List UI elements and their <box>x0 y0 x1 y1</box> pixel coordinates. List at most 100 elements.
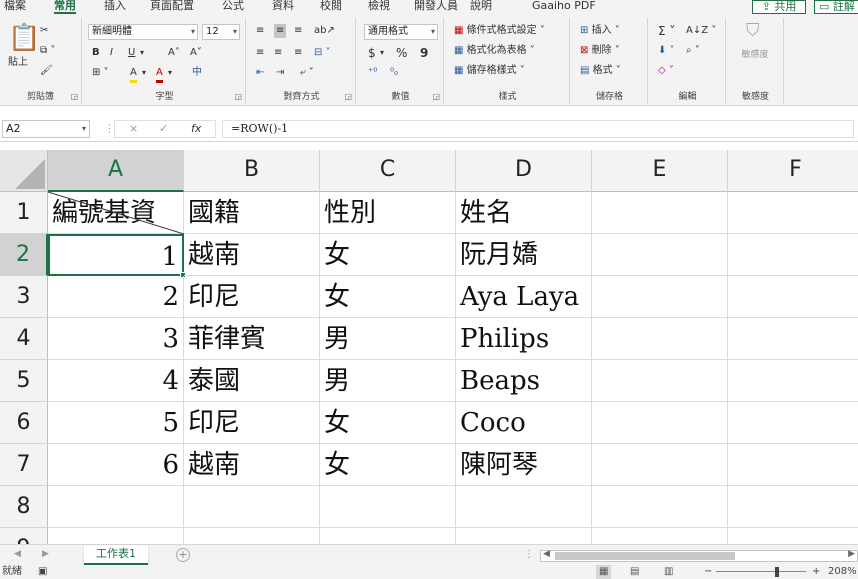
cell-d8[interactable] <box>456 486 592 528</box>
tab-gaaiho-pdf[interactable]: Gaaiho PDF <box>532 0 596 12</box>
cell-a3[interactable]: 2 <box>48 276 184 318</box>
cell-e3[interactable] <box>592 276 728 318</box>
sort-filter-icon[interactable]: A↓Z ˅ <box>686 24 716 38</box>
zoom-slider[interactable] <box>716 571 806 572</box>
delete-cells-button[interactable]: ⊠ 刪除 ˅ <box>580 44 620 58</box>
tab-file[interactable]: 檔案 <box>4 0 26 12</box>
next-sheet-icon[interactable]: ▶ <box>42 549 49 559</box>
row-header-2[interactable]: 2 <box>0 234 48 276</box>
formula-input[interactable]: =ROW()-1 <box>222 120 854 138</box>
row-header-6[interactable]: 6 <box>0 402 48 444</box>
fill-icon[interactable]: ⬇ ˅ <box>658 44 675 58</box>
number-launcher-icon[interactable]: ◲ <box>432 92 440 101</box>
fill-color-button[interactable]: A <box>130 66 137 83</box>
cell-b2[interactable]: 越南 <box>184 234 320 276</box>
bold-button[interactable]: B <box>92 46 100 60</box>
scroll-right-icon[interactable]: ▶ <box>848 549 855 559</box>
row-header-3[interactable]: 3 <box>0 276 48 318</box>
paste-icon[interactable]: 📋 <box>8 24 40 52</box>
add-sheet-button[interactable]: + <box>176 548 190 562</box>
cell-d5[interactable]: Beaps <box>456 360 592 402</box>
cell-f1[interactable] <box>728 192 858 234</box>
align-top-icon[interactable]: ≡ <box>256 24 264 38</box>
autosum-icon[interactable]: Σ ˅ <box>658 24 675 38</box>
macro-record-icon[interactable]: ▣ <box>38 565 47 579</box>
font-launcher-icon[interactable]: ◲ <box>234 92 242 101</box>
cell-f3[interactable] <box>728 276 858 318</box>
cell-styles-button[interactable]: ▦ 儲存格樣式 ˅ <box>454 64 525 78</box>
font-name-select[interactable]: 新細明體 ▾ <box>88 24 198 40</box>
sensitivity-button[interactable]: 敏感度 <box>740 50 770 61</box>
cell-e8[interactable] <box>592 486 728 528</box>
cell-c3[interactable]: 女 <box>320 276 456 318</box>
cell-d7[interactable]: 陳阿琴 <box>456 444 592 486</box>
increase-decimal-icon[interactable]: ⁺⁰ <box>368 66 377 80</box>
find-select-icon[interactable]: ⌕ ˅ <box>686 44 700 58</box>
prev-sheet-icon[interactable]: ◀ <box>14 549 21 559</box>
tab-split-handle-icon[interactable]: ⋮ <box>524 549 534 560</box>
row-header-9[interactable]: 9 <box>0 528 48 544</box>
phonetic-guide-button[interactable]: 中 <box>192 66 202 80</box>
font-size-select[interactable]: 12 ▾ <box>202 24 240 40</box>
cell-d1[interactable]: 姓名 <box>456 192 592 234</box>
decrease-decimal-icon[interactable]: ⁰₀ <box>390 66 398 80</box>
percent-button[interactable]: % <box>396 46 407 60</box>
cell-a5[interactable]: 4 <box>48 360 184 402</box>
chevron-down-icon[interactable]: ▾ <box>380 46 384 60</box>
cell-b8[interactable] <box>184 486 320 528</box>
format-painter-icon[interactable]: 🖌 <box>40 64 53 78</box>
grow-font-button[interactable]: A˄ <box>168 46 180 60</box>
wrap-text-icon[interactable]: ⤶ ˅ <box>300 66 314 80</box>
cell-f7[interactable] <box>728 444 858 486</box>
cancel-icon[interactable]: × <box>129 121 138 137</box>
column-header-d[interactable]: D <box>456 150 592 192</box>
tab-data[interactable]: 資料 <box>272 0 294 12</box>
align-left-icon[interactable]: ≡ <box>256 46 264 60</box>
cell-f2[interactable] <box>728 234 858 276</box>
select-all-button[interactable] <box>0 150 48 192</box>
cell-b4[interactable]: 菲律賓 <box>184 318 320 360</box>
row-header-4[interactable]: 4 <box>0 318 48 360</box>
zoom-level[interactable]: 208% <box>828 565 857 579</box>
shrink-font-button[interactable]: A˅ <box>190 46 202 60</box>
normal-view-icon[interactable]: ▦ <box>596 565 612 579</box>
scrollbar-thumb[interactable] <box>555 552 735 560</box>
cell-e7[interactable] <box>592 444 728 486</box>
alignment-launcher-icon[interactable]: ◲ <box>344 92 352 101</box>
cell-a1[interactable]: 編號基資 <box>48 192 184 234</box>
column-header-b[interactable]: B <box>184 150 320 192</box>
cell-c7[interactable]: 女 <box>320 444 456 486</box>
tab-formulas[interactable]: 公式 <box>222 0 244 12</box>
cell-b7[interactable]: 越南 <box>184 444 320 486</box>
cell-e1[interactable] <box>592 192 728 234</box>
insert-cells-button[interactable]: ⊞ 插入 ˅ <box>580 24 620 38</box>
cell-a9[interactable] <box>48 528 184 544</box>
row-header-8[interactable]: 8 <box>0 486 48 528</box>
cell-d2[interactable]: 阮月嬌 <box>456 234 592 276</box>
cell-f9[interactable] <box>728 528 858 544</box>
row-header-1[interactable]: 1 <box>0 192 48 234</box>
align-bottom-icon[interactable]: ≡ <box>294 24 302 38</box>
chevron-down-icon[interactable]: ▾ <box>142 66 146 80</box>
comma-button[interactable]: 9 <box>420 46 428 60</box>
clipboard-launcher-icon[interactable]: ◲ <box>70 92 78 101</box>
copy-icon[interactable]: ⧉ ˅ <box>40 44 55 58</box>
cell-d3[interactable]: Aya Laya <box>456 276 592 318</box>
align-center-icon[interactable]: ≡ <box>274 46 282 60</box>
cell-b1[interactable]: 國籍 <box>184 192 320 234</box>
cell-f4[interactable] <box>728 318 858 360</box>
zoom-out-button[interactable]: − <box>704 565 712 579</box>
cell-a8[interactable] <box>48 486 184 528</box>
increase-indent-icon[interactable]: ⇥ <box>276 66 284 80</box>
cell-d9[interactable] <box>456 528 592 544</box>
row-header-5[interactable]: 5 <box>0 360 48 402</box>
borders-icon[interactable]: ⊞ ˅ <box>92 66 109 80</box>
cell-f6[interactable] <box>728 402 858 444</box>
tab-review[interactable]: 校閱 <box>320 0 342 12</box>
cell-c6[interactable]: 女 <box>320 402 456 444</box>
currency-button[interactable]: $ <box>368 46 376 60</box>
zoom-slider-thumb[interactable] <box>775 567 779 577</box>
column-header-c[interactable]: C <box>320 150 456 192</box>
cell-c9[interactable] <box>320 528 456 544</box>
column-header-a[interactable]: A <box>48 150 184 192</box>
